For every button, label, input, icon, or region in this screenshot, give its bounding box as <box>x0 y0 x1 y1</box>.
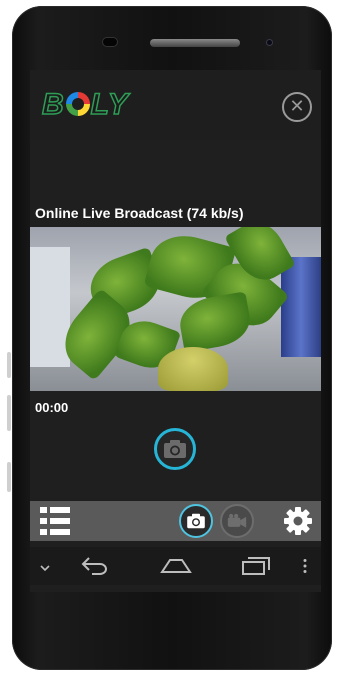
camera-icon <box>164 440 186 458</box>
back-icon <box>81 557 107 575</box>
side-button <box>7 395 11 431</box>
recents-icon <box>242 557 270 575</box>
list-menu-icon <box>40 507 70 535</box>
nav-home-button[interactable] <box>160 558 192 579</box>
recording-timer: 00:00 <box>35 400 69 415</box>
chevron-down-icon <box>40 565 50 572</box>
gear-icon <box>284 507 312 535</box>
home-icon <box>160 559 192 573</box>
settings-button[interactable] <box>282 505 314 537</box>
phone-screen: B LY ✕ Online Live Broadcast (74 kb/s) 00… <box>30 70 321 592</box>
nav-back-button[interactable] <box>80 555 110 580</box>
live-video-feed[interactable] <box>30 227 321 391</box>
video-background-books <box>281 257 321 357</box>
list-menu-button[interactable] <box>40 505 72 537</box>
video-background-window <box>30 247 70 367</box>
video-camera-icon <box>227 513 247 528</box>
nav-menu-button[interactable] <box>40 559 50 577</box>
photo-mode-button[interactable] <box>179 504 213 538</box>
close-button[interactable]: ✕ <box>282 92 312 122</box>
logo-ring-icon <box>65 92 90 116</box>
bottom-toolbar <box>30 501 321 541</box>
brand-logo: B LY <box>41 87 129 122</box>
nav-overflow-button[interactable] <box>302 558 308 579</box>
android-navigation-bar <box>30 547 321 585</box>
front-camera <box>266 39 273 46</box>
more-vertical-icon <box>303 559 307 573</box>
broadcast-status-title: Online Live Broadcast (74 kb/s) <box>35 205 244 221</box>
side-button <box>7 462 11 492</box>
plant-leaf <box>176 291 254 353</box>
app-header: B LY ✕ <box>30 70 321 140</box>
proximity-sensor <box>102 37 118 47</box>
camera-icon <box>187 513 205 529</box>
earpiece-speaker <box>150 39 240 47</box>
plant-pot <box>158 347 228 391</box>
nav-recents-button[interactable] <box>242 557 270 580</box>
side-button <box>7 352 11 378</box>
snapshot-button[interactable] <box>154 428 196 470</box>
video-mode-button[interactable] <box>220 504 254 538</box>
